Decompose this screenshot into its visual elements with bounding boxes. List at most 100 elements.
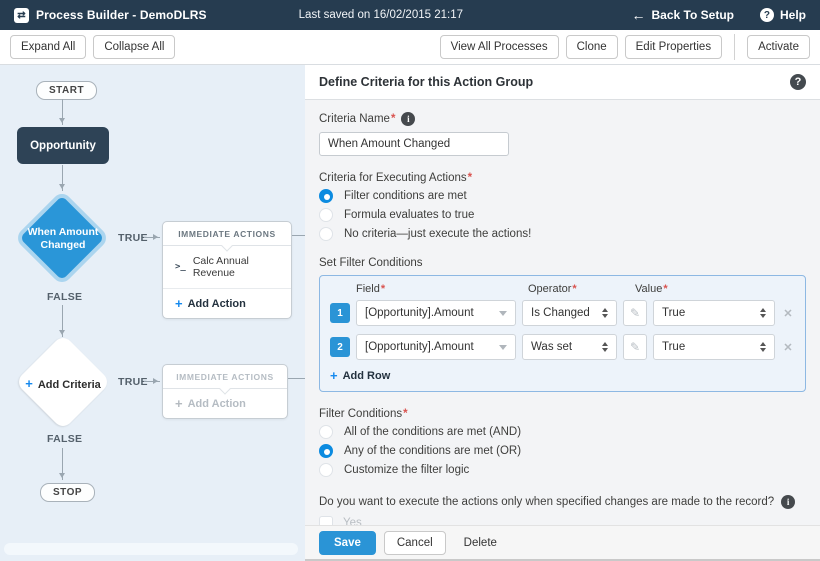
edit-value-pencil-icon[interactable]: ✎ <box>623 334 647 360</box>
clone-button[interactable]: Clone <box>566 35 618 59</box>
select-stepper-icon <box>760 339 766 355</box>
expand-all-button[interactable]: Expand All <box>10 35 86 59</box>
horizontal-scrollbar[interactable] <box>4 543 298 555</box>
immediate-actions-card: IMMEDIATE ACTIONS >_ Calc Annual Revenue… <box>162 221 292 319</box>
plus-icon: + <box>175 396 183 411</box>
dropdown-triangle-icon <box>499 345 507 354</box>
criteria-name-input[interactable] <box>319 132 509 156</box>
field-column-header: Field* <box>356 283 522 295</box>
back-to-setup-label: Back To Setup <box>652 8 734 22</box>
value-select[interactable]: True <box>653 300 775 326</box>
criteria-diamond-label[interactable]: When Amount Changed <box>8 226 118 252</box>
delete-button[interactable]: Delete <box>454 532 507 554</box>
apex-code-icon: >_ <box>175 262 186 272</box>
help-label: Help <box>780 8 806 22</box>
view-all-processes-button[interactable]: View All Processes <box>440 35 559 59</box>
filter-row-1: 1 [Opportunity].Amount Is Changed ✎ True… <box>330 300 795 326</box>
remove-row-icon[interactable]: ✕ <box>781 341 795 354</box>
info-icon[interactable]: i <box>781 495 795 509</box>
radio-no-criteria[interactable]: No criteria—just execute the actions! <box>319 227 806 241</box>
plus-icon: + <box>330 368 338 383</box>
connector-arrow <box>62 165 63 191</box>
edit-value-pencil-icon[interactable]: ✎ <box>623 300 647 326</box>
panel-help-icon[interactable]: ? <box>790 74 806 90</box>
plus-icon: + <box>175 296 183 311</box>
panel-header: Define Criteria for this Action Group ? <box>305 65 820 100</box>
radio-button[interactable] <box>319 227 333 241</box>
radio-button-selected[interactable] <box>319 189 333 203</box>
radio-filter-conditions-met[interactable]: Filter conditions are met <box>319 189 806 203</box>
radio-customize-filter-logic[interactable]: Customize the filter logic <box>319 463 806 477</box>
panel-footer: Save Cancel Delete <box>305 525 820 559</box>
row-number-badge: 2 <box>330 337 350 357</box>
set-filter-conditions-label: Set Filter Conditions <box>319 257 806 269</box>
radio-formula-evaluates[interactable]: Formula evaluates to true <box>319 208 806 222</box>
action-item-label: Calc Annual Revenue <box>193 255 279 279</box>
radio-all-conditions-and[interactable]: All of the conditions are met (AND) <box>319 425 806 439</box>
process-builder-icon: ⇄ <box>14 8 29 23</box>
cancel-button[interactable]: Cancel <box>384 531 446 555</box>
connector-arrow <box>62 305 63 337</box>
radio-button[interactable] <box>319 463 333 477</box>
required-asterisk: * <box>468 172 472 184</box>
radio-any-conditions-or[interactable]: Any of the conditions are met (OR) <box>319 444 806 458</box>
add-row-button[interactable]: + Add Row <box>330 368 795 383</box>
filter-row-2: 2 [Opportunity].Amount Was set ✎ True ✕ <box>330 334 795 360</box>
operator-column-header: Operator* <box>528 283 629 295</box>
immediate-actions-card-empty: IMMEDIATE ACTIONS + Add Action <box>162 364 288 419</box>
operator-select[interactable]: Was set <box>522 334 617 360</box>
object-node-opportunity[interactable]: Opportunity <box>17 127 109 164</box>
last-saved-text: Last saved on 16/02/2015 21:17 <box>299 9 463 21</box>
specified-changes-question: Do you want to execute the actions only … <box>319 495 806 509</box>
card-connector-line <box>292 235 305 236</box>
stop-node: STOP <box>40 483 95 502</box>
field-picker[interactable]: [Opportunity].Amount <box>356 334 516 360</box>
add-criteria-label[interactable]: +Add Criteria <box>8 376 118 393</box>
field-picker[interactable]: [Opportunity].Amount <box>356 300 516 326</box>
executing-actions-label: Criteria for Executing Actions* <box>319 172 806 184</box>
value-select[interactable]: True <box>653 334 775 360</box>
true-arrow <box>144 237 160 238</box>
false-label: FALSE <box>47 433 82 445</box>
radio-button[interactable] <box>319 208 333 222</box>
help-link[interactable]: ? Help <box>760 8 806 22</box>
add-action-button[interactable]: + Add Action <box>163 289 291 318</box>
app-title: Process Builder - DemoDLRS <box>36 8 207 22</box>
radio-button[interactable] <box>319 425 333 439</box>
process-canvas: START Opportunity When Amount Changed TR… <box>0 65 305 561</box>
action-item-calc-annual-revenue[interactable]: >_ Calc Annual Revenue <box>163 246 291 289</box>
required-asterisk: * <box>391 113 395 125</box>
filter-conditions-label: Filter Conditions* <box>319 408 806 420</box>
plus-icon: + <box>25 376 33 391</box>
toolbar: Expand All Collapse All View All Process… <box>0 30 820 65</box>
immediate-actions-header: IMMEDIATE ACTIONS <box>163 222 291 246</box>
filter-table-header: Field* Operator* Value* <box>330 283 795 295</box>
help-icon: ? <box>760 8 774 22</box>
true-arrow <box>144 381 160 382</box>
back-arrow-icon: ← <box>632 7 646 23</box>
save-button[interactable]: Save <box>319 531 376 555</box>
edit-properties-button[interactable]: Edit Properties <box>625 35 722 59</box>
info-icon[interactable]: i <box>401 112 415 126</box>
back-to-setup-link[interactable]: ← Back To Setup <box>632 7 734 23</box>
operator-select[interactable]: Is Changed <box>522 300 617 326</box>
select-stepper-icon <box>760 305 766 321</box>
collapse-all-button[interactable]: Collapse All <box>93 35 175 59</box>
true-label: TRUE <box>118 232 148 244</box>
panel-body: Criteria Name* i Criteria for Executing … <box>305 100 820 530</box>
select-stepper-icon <box>602 305 608 321</box>
activate-button[interactable]: Activate <box>747 35 810 59</box>
define-criteria-panel: Define Criteria for this Action Group ? … <box>305 65 820 561</box>
dropdown-triangle-icon <box>499 311 507 320</box>
immediate-actions-header: IMMEDIATE ACTIONS <box>163 365 287 389</box>
row-number-badge: 1 <box>330 303 350 323</box>
connector-arrow <box>62 448 63 480</box>
filter-conditions-table: Field* Operator* Value* 1 [Opportunity].… <box>319 275 806 392</box>
radio-button-selected[interactable] <box>319 444 333 458</box>
remove-row-icon[interactable]: ✕ <box>781 307 795 320</box>
connector-arrow <box>62 99 63 125</box>
app-header: ⇄ Process Builder - DemoDLRS Last saved … <box>0 0 820 30</box>
toolbar-divider <box>734 34 735 60</box>
card-connector-line <box>288 378 305 379</box>
criteria-name-label: Criteria Name* i <box>319 112 806 126</box>
